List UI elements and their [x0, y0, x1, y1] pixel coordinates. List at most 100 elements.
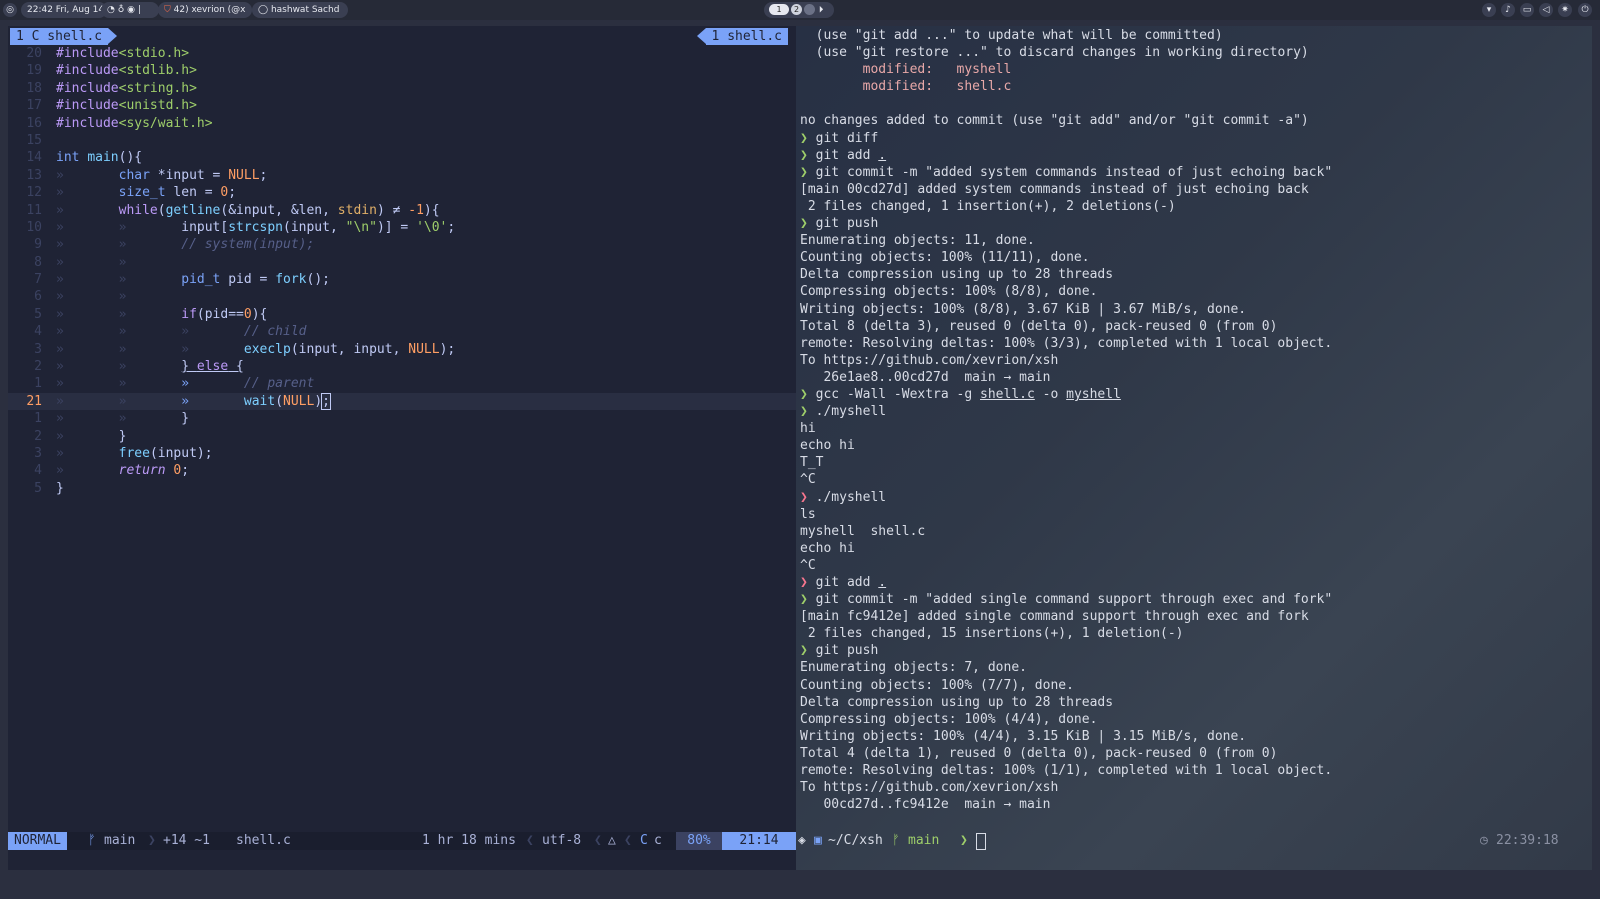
- code-text: » » }: [56, 411, 190, 427]
- code-line[interactable]: 5 » » if(pid==0){: [8, 306, 796, 323]
- terminal-line: remote: Resolving deltas: 100% (1/1), co…: [800, 763, 1333, 779]
- buffer-tab[interactable]: 1 C shell.c: [10, 28, 118, 45]
- code-line[interactable]: 1 » » » // parent: [8, 375, 796, 392]
- code-line[interactable]: 17 #include<unistd.h>: [8, 97, 796, 114]
- editor-window[interactable]: 1 C shell.c 1 shell.c 20 #include<stdio.h…: [8, 26, 796, 870]
- code-line[interactable]: 4 » return 0;: [8, 462, 796, 479]
- code-line[interactable]: 2 » }: [8, 428, 796, 445]
- line-number: 3: [34, 341, 42, 357]
- launcher-icon[interactable]: ◎: [3, 3, 17, 17]
- workspace-2[interactable]: 2: [791, 4, 802, 15]
- line-number: 2: [34, 359, 42, 375]
- terminal-line: (use "git add ..." to update what will b…: [800, 28, 1223, 43]
- code-text: » »: [56, 254, 127, 270]
- code-text: » » » wait(NULL);: [56, 392, 331, 410]
- terminal-line: ❯ gcc -Wall -Wextra -g shell.c -o myshel…: [800, 386, 1121, 402]
- terminal-window[interactable]: (use "git add ..." to update what will b…: [796, 26, 1592, 870]
- terminal-line: ❯ git commit -m "added single command su…: [800, 592, 1333, 608]
- scroll-percent: 80%: [676, 832, 722, 850]
- code-text: » » » // parent: [56, 376, 315, 392]
- code-line[interactable]: 20 #include<stdio.h>: [8, 45, 796, 62]
- terminal-line: ❯ ./myshell: [800, 404, 887, 420]
- git-icon: ᚠ: [892, 833, 900, 848]
- prompt-time: 22:39:18: [1496, 833, 1559, 848]
- code-line[interactable]: 12 » size_t len = 0;: [8, 184, 796, 201]
- line-number: 20: [26, 46, 42, 61]
- terminal-line: ❯ git push: [800, 216, 879, 232]
- code-line[interactable]: 9 » » // system(input);: [8, 236, 796, 253]
- code-text: #include<stdio.h>: [56, 46, 190, 61]
- terminal-line: [main fc9412e] added single command supp…: [800, 609, 1309, 625]
- terminal-line: ^C: [800, 557, 816, 573]
- workspace-switcher: 12 ⏵: [764, 2, 834, 18]
- terminal-line: (use "git restore ..." to discard change…: [800, 45, 1309, 61]
- line-number: 8: [34, 254, 42, 270]
- code-text: » return 0;: [56, 463, 190, 479]
- code-text: » free(input);: [56, 445, 213, 461]
- code-line[interactable]: 1 » » }: [8, 410, 796, 427]
- scratchpad-icon[interactable]: ⏵: [816, 5, 824, 15]
- code-area[interactable]: 20 #include<stdio.h> 19 #include<stdlib.h> 1…: [8, 45, 796, 497]
- line-number: 17: [26, 98, 42, 114]
- code-text: » » // system(input);: [56, 237, 315, 253]
- code-line[interactable]: 16 #include<sys/wait.h>: [8, 115, 796, 132]
- workspace-1[interactable]: 1: [769, 4, 789, 15]
- window-button-firefox[interactable]: ⛉ 42) xevrion (@x: [158, 2, 252, 18]
- code-line[interactable]: 4 » » » // child: [8, 323, 796, 340]
- window-button-browser[interactable]: ◯ hashwat Sachd: [252, 2, 348, 18]
- terminal-line: remote: Resolving deltas: 100% (3/3), co…: [800, 335, 1333, 351]
- brightness-icon[interactable]: ✷: [1558, 3, 1572, 17]
- chevron-down-icon[interactable]: ▾: [1482, 3, 1496, 17]
- terminal-line: Enumerating objects: 11, done.: [800, 233, 1035, 249]
- git-branch-icon: ᚠ: [88, 833, 96, 848]
- code-line[interactable]: 8 » »: [8, 254, 796, 271]
- code-text: » while(getline(&input, &len, stdin) ≠ -…: [56, 202, 440, 218]
- volume-icon[interactable]: ◁: [1539, 3, 1553, 17]
- separator-icon: ❯: [148, 833, 156, 848]
- code-text: » }: [56, 428, 127, 444]
- terminal-line: no changes added to commit (use "git add…: [800, 113, 1309, 129]
- top-bar: ◎ 22:42 Fri, Aug 14 ◔ ♁ ◉ | ⛉ 42) xevrio…: [0, 0, 1600, 20]
- line-number: 4: [34, 324, 42, 340]
- code-line[interactable]: 18 #include<string.h>: [8, 80, 796, 97]
- terminal-line: 2 files changed, 15 insertions(+), 1 del…: [800, 626, 1184, 642]
- terminal-line: Compressing objects: 100% (4/4), done.: [800, 711, 1098, 727]
- code-text: » » } else {: [56, 359, 244, 375]
- terminal-line: To https://github.com/xevrion/xsh: [800, 780, 1059, 796]
- mode-indicator: NORMAL: [8, 832, 67, 850]
- code-line[interactable]: 7 » » pid_t pid = fork();: [8, 271, 796, 288]
- power-icon[interactable]: ⏻: [1578, 3, 1592, 17]
- status-line: NORMAL ᚠ main ❯ +14 ~1 shell.c 1 hr 18 m…: [8, 832, 796, 850]
- code-line[interactable]: 6 » »: [8, 288, 796, 305]
- terminal-line: Counting objects: 100% (11/11), done.: [800, 250, 1090, 266]
- code-text: int main(){: [56, 150, 143, 166]
- line-number: 5: [34, 306, 42, 322]
- code-line[interactable]: 5}: [8, 480, 796, 497]
- workspace-3[interactable]: [804, 4, 815, 15]
- code-line[interactable]: 10 » » input[strcspn(input, "\n")] = '\0'…: [8, 219, 796, 236]
- code-line[interactable]: 14 int main(){: [8, 149, 796, 166]
- code-line[interactable]: 3 » » » execlp(input, input, NULL);: [8, 341, 796, 358]
- code-line[interactable]: 11 » while(getline(&input, &len, stdin) ≠…: [8, 202, 796, 219]
- code-line[interactable]: 15: [8, 132, 796, 149]
- code-text: » size_t len = 0;: [56, 185, 237, 201]
- line-number: 19: [26, 63, 42, 79]
- code-line[interactable]: 21 » » » wait(NULL);: [8, 392, 796, 411]
- terminal-line: echo hi: [800, 438, 855, 454]
- terminal-cursor[interactable]: [976, 833, 986, 850]
- tabline-right[interactable]: 1 shell.c: [696, 28, 788, 45]
- code-line[interactable]: 19 #include<stdlib.h>: [8, 62, 796, 79]
- shell-prompt[interactable]: ◈ ▣ ~/C/xsh ᚠ main ❯ ◷ 22:39:18: [796, 832, 1592, 850]
- code-line[interactable]: 3 » free(input);: [8, 445, 796, 462]
- line-number: 16: [26, 115, 42, 131]
- line-number: 4: [34, 463, 42, 479]
- line-number: 11: [26, 202, 42, 218]
- terminal-line: Writing objects: 100% (8/8), 3.67 KiB | …: [800, 301, 1247, 317]
- bell-icon[interactable]: ♪: [1501, 3, 1515, 17]
- terminal-line: myshell shell.c: [800, 523, 926, 539]
- chat-icon[interactable]: ▭: [1520, 3, 1534, 17]
- terminal-output[interactable]: (use "git add ..." to update what will b…: [796, 27, 1592, 813]
- code-line[interactable]: 13 » char *input = NULL;: [8, 167, 796, 184]
- code-line[interactable]: 2 » » } else {: [8, 358, 796, 375]
- system-tray-left[interactable]: ◔ ♁ ◉ |: [101, 2, 159, 18]
